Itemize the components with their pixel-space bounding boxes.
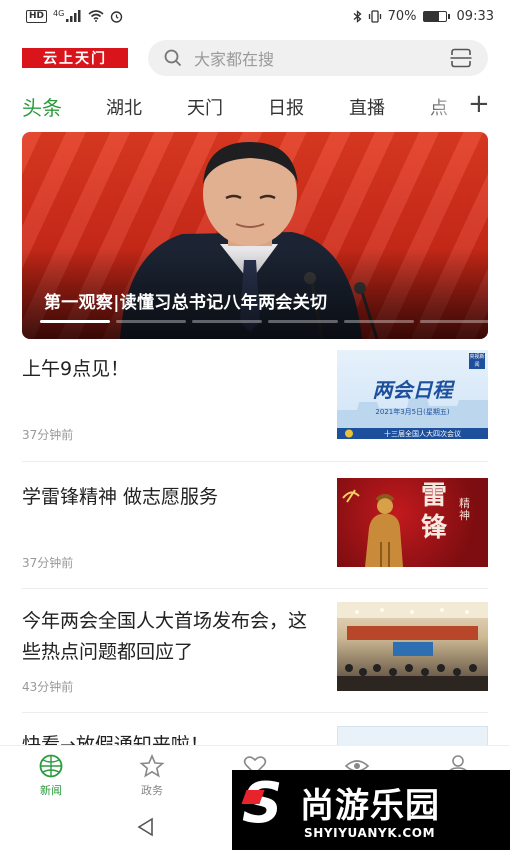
search-placeholder: 大家都在搜	[194, 50, 275, 69]
thumb-footer: 十三届全国人大四次会议	[384, 430, 461, 438]
news-title: 今年两会全国人大首场发布会，这些热点问题都回应了	[22, 610, 308, 663]
wifi-icon	[88, 10, 104, 22]
search-icon	[164, 49, 182, 67]
tab-zhibo[interactable]: 直播	[349, 94, 385, 120]
divider	[22, 461, 488, 462]
headline-banner[interactable]: 第一观察|读懂习总书记八年两会关切	[22, 132, 488, 339]
news-time: 37分钟前	[22, 556, 74, 570]
news-time: 43分钟前	[22, 680, 74, 694]
news-thumbnail	[337, 726, 488, 746]
tab-hubei[interactable]: 湖北	[106, 94, 142, 120]
statue-graphic	[342, 489, 403, 567]
news-title: 学雷锋精神 做志愿服务	[22, 486, 219, 508]
thumb-side-text: 精神	[459, 497, 470, 522]
add-channel-icon[interactable]: +	[468, 89, 490, 119]
vibrate-icon	[368, 9, 381, 23]
globe-icon	[39, 754, 63, 778]
thumb-calligraphy: 雷锋	[421, 481, 448, 543]
watermark-url: SHYIYUANYK.COM	[304, 826, 436, 840]
news-thumbnail	[337, 602, 488, 691]
divider	[22, 588, 488, 589]
tab-ribao[interactable]: 日报	[268, 94, 304, 120]
watermark-s-glyph: S	[242, 771, 283, 836]
tab-fade	[420, 88, 468, 126]
news-item-1[interactable]: 上午9点见！ 37分钟前 央视新闻 两会日程 2021年3月5日(星期五) 十三…	[22, 350, 488, 460]
alarm-icon	[111, 10, 123, 23]
battery-percent: 70%	[387, 8, 417, 24]
nav-label: 政务	[141, 784, 163, 797]
app-header: 云上天门 大家都在搜	[0, 38, 510, 78]
back-icon[interactable]	[135, 817, 157, 837]
thumb-heading: 两会日程	[372, 378, 453, 402]
carousel-dot	[420, 320, 488, 323]
star-icon	[139, 754, 165, 778]
news-item-3[interactable]: 今年两会全国人大首场发布会，这些热点问题都回应了 43分钟前	[22, 602, 488, 712]
network-type: 4G	[53, 8, 65, 18]
news-title: 快看→放假通知来啦！	[22, 734, 209, 746]
watermark-brand: 尚游乐园	[300, 786, 440, 826]
carousel-dot	[116, 320, 186, 323]
status-bar: HD 4G 70% 09:33	[0, 0, 510, 32]
carousel-dot	[268, 320, 338, 323]
carousel-dot	[192, 320, 262, 323]
thumb-date: 2021年3月5日(星期五)	[375, 408, 450, 416]
bluetooth-icon	[353, 9, 362, 23]
battery-icon	[422, 10, 450, 22]
news-item-4[interactable]: 快看→放假通知来啦！	[22, 726, 488, 746]
nav-news[interactable]: 新闻	[21, 754, 81, 798]
search-bar[interactable]: 大家都在搜	[148, 40, 488, 76]
divider	[22, 712, 488, 713]
clock: 09:33	[456, 8, 494, 24]
channel-tabs: 头条 湖北 天门 日报 直播 点 +	[0, 88, 510, 126]
news-thumbnail: 雷锋 精神	[337, 478, 488, 567]
scan-icon[interactable]	[450, 48, 472, 68]
app-logo[interactable]: 云上天门	[22, 48, 128, 68]
nav-government[interactable]: 政务	[122, 754, 182, 798]
thumb-corner-logo: 央视新闻	[469, 353, 485, 369]
battery-level	[423, 11, 439, 21]
news-time: 37分钟前	[22, 428, 74, 442]
tab-tianmen[interactable]: 天门	[187, 94, 223, 120]
watermark-logo: S 尚游乐园 SHYIYUANYK.COM	[232, 770, 510, 850]
tab-toutiao[interactable]: 头条	[22, 92, 62, 121]
news-thumbnail: 央视新闻 两会日程 2021年3月5日(星期五) 十三届全国人大四次会议	[337, 350, 488, 439]
hd-badge: HD	[26, 9, 48, 23]
nav-label: 新闻	[40, 784, 62, 797]
carousel-dot	[40, 320, 110, 323]
news-title: 上午9点见！	[22, 358, 130, 380]
pressroom-graphic	[337, 602, 488, 691]
carousel-indicator	[40, 320, 488, 323]
news-item-2[interactable]: 学雷锋精神 做志愿服务 37分钟前 雷锋 精神	[22, 478, 488, 588]
banner-title: 第一观察|读懂习总书记八年两会关切	[44, 293, 328, 313]
carousel-dot	[344, 320, 414, 323]
signal-icon	[66, 10, 81, 22]
